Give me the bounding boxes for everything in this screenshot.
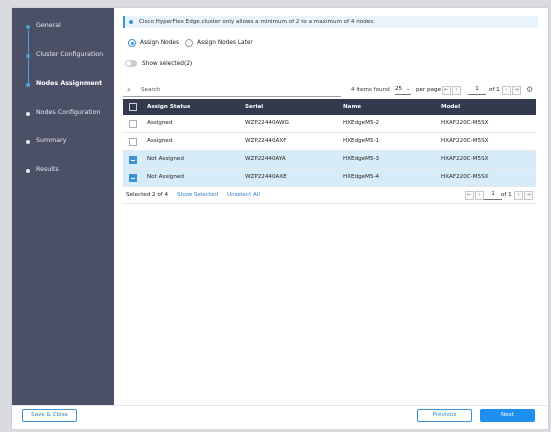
table-row[interactable]: Not Assigned WZP22440AYA HXEdgeM5-3 HXAF… <box>123 151 536 169</box>
selected-count-value: 2 of 4 <box>152 192 169 198</box>
cell-serial: WZP22440AWG <box>245 120 289 126</box>
radio-selected-icon <box>128 39 136 47</box>
table-row[interactable]: Assigned WZP22440AXF HXEdgeM5-1 HXAF220C… <box>123 133 536 151</box>
prev-page-button[interactable]: ‹ <box>475 191 484 200</box>
step-pending-icon <box>26 140 30 144</box>
cell-serial: WZP22440AXE <box>245 174 287 180</box>
cell-name: HXEdgeM5-3 <box>343 156 380 162</box>
column-header-serial[interactable]: Serial <box>245 99 263 115</box>
info-icon <box>129 20 133 24</box>
cell-assign-status: Not Assigned <box>147 156 184 162</box>
cell-model: HXAF220C-M5SX <box>441 120 489 126</box>
search-input[interactable]: ⌕ Search <box>123 84 341 97</box>
cell-model: HXAF220C-M5SX <box>441 174 489 180</box>
column-header-model[interactable]: Model <box>441 99 460 115</box>
cell-name: HXEdgeM5-4 <box>343 174 380 180</box>
table-toolbar: ⌕ Search 4 items found 25 ⌄ per page ⇤ ‹ … <box>123 84 536 97</box>
next-page-button[interactable]: › <box>514 191 523 200</box>
items-found-count: 4 items found <box>351 87 390 93</box>
row-checkbox[interactable] <box>129 156 137 164</box>
step-done-icon <box>26 25 30 29</box>
table-footer: Selected 2 of 4 Show Selected Unselect A… <box>123 187 536 204</box>
chevron-down-icon: ⌄ <box>406 86 411 92</box>
row-checkbox[interactable] <box>129 138 137 146</box>
column-header-name[interactable]: Name <box>343 99 361 115</box>
step-label: Nodes Assignment <box>36 80 103 87</box>
row-checkbox[interactable] <box>129 120 137 128</box>
search-placeholder: Search <box>141 87 161 93</box>
radio-label: Assign Nodes Later <box>197 40 253 46</box>
step-summary: Summary <box>12 137 114 149</box>
wizard-footer: Save & Close Previous Next <box>12 405 548 429</box>
show-selected-toggle[interactable] <box>125 60 137 67</box>
page-of-label: of 1 <box>501 192 512 198</box>
info-banner-text: Cisco HyperFlex Edge cluster only allows… <box>139 19 375 25</box>
step-cluster-configuration[interactable]: Cluster Configuration <box>12 51 114 63</box>
cell-name: HXEdgeM5-1 <box>343 138 380 144</box>
per-page-label: per page <box>416 87 442 93</box>
toggle-label: Show selected(2) <box>142 61 193 67</box>
step-nodes-assignment[interactable]: Nodes Assignment <box>12 80 114 92</box>
radio-label: Assign Nodes <box>140 40 179 46</box>
table-row[interactable]: Assigned WZP22440AWG HXEdgeM5-2 HXAF220C… <box>123 115 536 133</box>
cell-assign-status: Assigned <box>147 120 173 126</box>
step-current-icon <box>26 83 30 87</box>
step-label: Results <box>36 166 59 173</box>
next-button[interactable]: Next <box>480 409 535 422</box>
step-pending-icon <box>26 169 30 173</box>
prev-page-button[interactable]: ‹ <box>452 86 461 95</box>
step-general[interactable]: General <box>12 22 114 34</box>
last-page-button[interactable]: ⇥ <box>524 191 533 200</box>
unselect-all-link[interactable]: Unselect All <box>227 187 260 203</box>
info-banner: Cisco HyperFlex Edge cluster only allows… <box>123 16 538 28</box>
page-of-label: of 1 <box>489 87 500 93</box>
show-selected-link[interactable]: Show Selected <box>177 187 218 203</box>
last-page-button[interactable]: ⇥ <box>512 86 521 95</box>
table-row[interactable]: Not Assigned WZP22440AXE HXEdgeM5-4 HXAF… <box>123 169 536 187</box>
step-label: Summary <box>36 137 67 144</box>
step-label: Nodes Configuration <box>36 109 101 116</box>
radio-unselected-icon <box>185 39 193 47</box>
wizard-frame: General Cluster Configuration Nodes Assi… <box>12 8 548 429</box>
step-label: General <box>36 22 61 29</box>
step-done-icon <box>26 54 30 58</box>
first-page-button[interactable]: ⇤ <box>442 86 451 95</box>
column-header-assign-status[interactable]: Assign Status <box>147 99 190 115</box>
selected-prefix: Selected <box>126 192 151 198</box>
per-page-value: 25 <box>395 86 403 92</box>
step-nodes-configuration: Nodes Configuration <box>12 109 114 121</box>
select-all-checkbox[interactable] <box>129 103 137 111</box>
wizard-steps-sidebar: General Cluster Configuration Nodes Assi… <box>12 8 114 405</box>
first-page-button[interactable]: ⇤ <box>465 191 474 200</box>
cell-assign-status: Assigned <box>147 138 173 144</box>
selected-count: Selected 2 of 4 <box>126 187 168 203</box>
cell-serial: WZP22440AXF <box>245 138 287 144</box>
next-page-button[interactable]: › <box>502 86 511 95</box>
cell-model: HXAF220C-M5SX <box>441 138 489 144</box>
page-number-input[interactable]: 1 <box>468 85 486 95</box>
page-number-input[interactable]: 1 <box>484 190 502 200</box>
cell-name: HXEdgeM5-2 <box>343 120 380 126</box>
per-page-select[interactable]: 25 ⌄ <box>395 85 411 95</box>
step-results: Results <box>12 166 114 178</box>
cell-model: HXAF220C-M5SX <box>441 156 489 162</box>
assign-nodes-radio[interactable]: Assign Nodes <box>128 38 188 48</box>
assign-nodes-later-radio[interactable]: Assign Nodes Later <box>185 38 255 48</box>
cell-serial: WZP22440AYA <box>245 156 286 162</box>
row-checkbox[interactable] <box>129 174 137 182</box>
save-close-button[interactable]: Save & Close <box>22 409 77 422</box>
step-pending-icon <box>26 112 30 116</box>
previous-button[interactable]: Previous <box>417 409 472 422</box>
nodes-table: Assign Status Serial Name Model Assigned… <box>123 99 536 204</box>
gear-icon[interactable]: ⚙ <box>526 84 533 96</box>
table-header: Assign Status Serial Name Model <box>123 99 536 115</box>
search-icon: ⌕ <box>127 86 131 94</box>
cell-assign-status: Not Assigned <box>147 174 184 180</box>
step-label: Cluster Configuration <box>36 51 104 58</box>
